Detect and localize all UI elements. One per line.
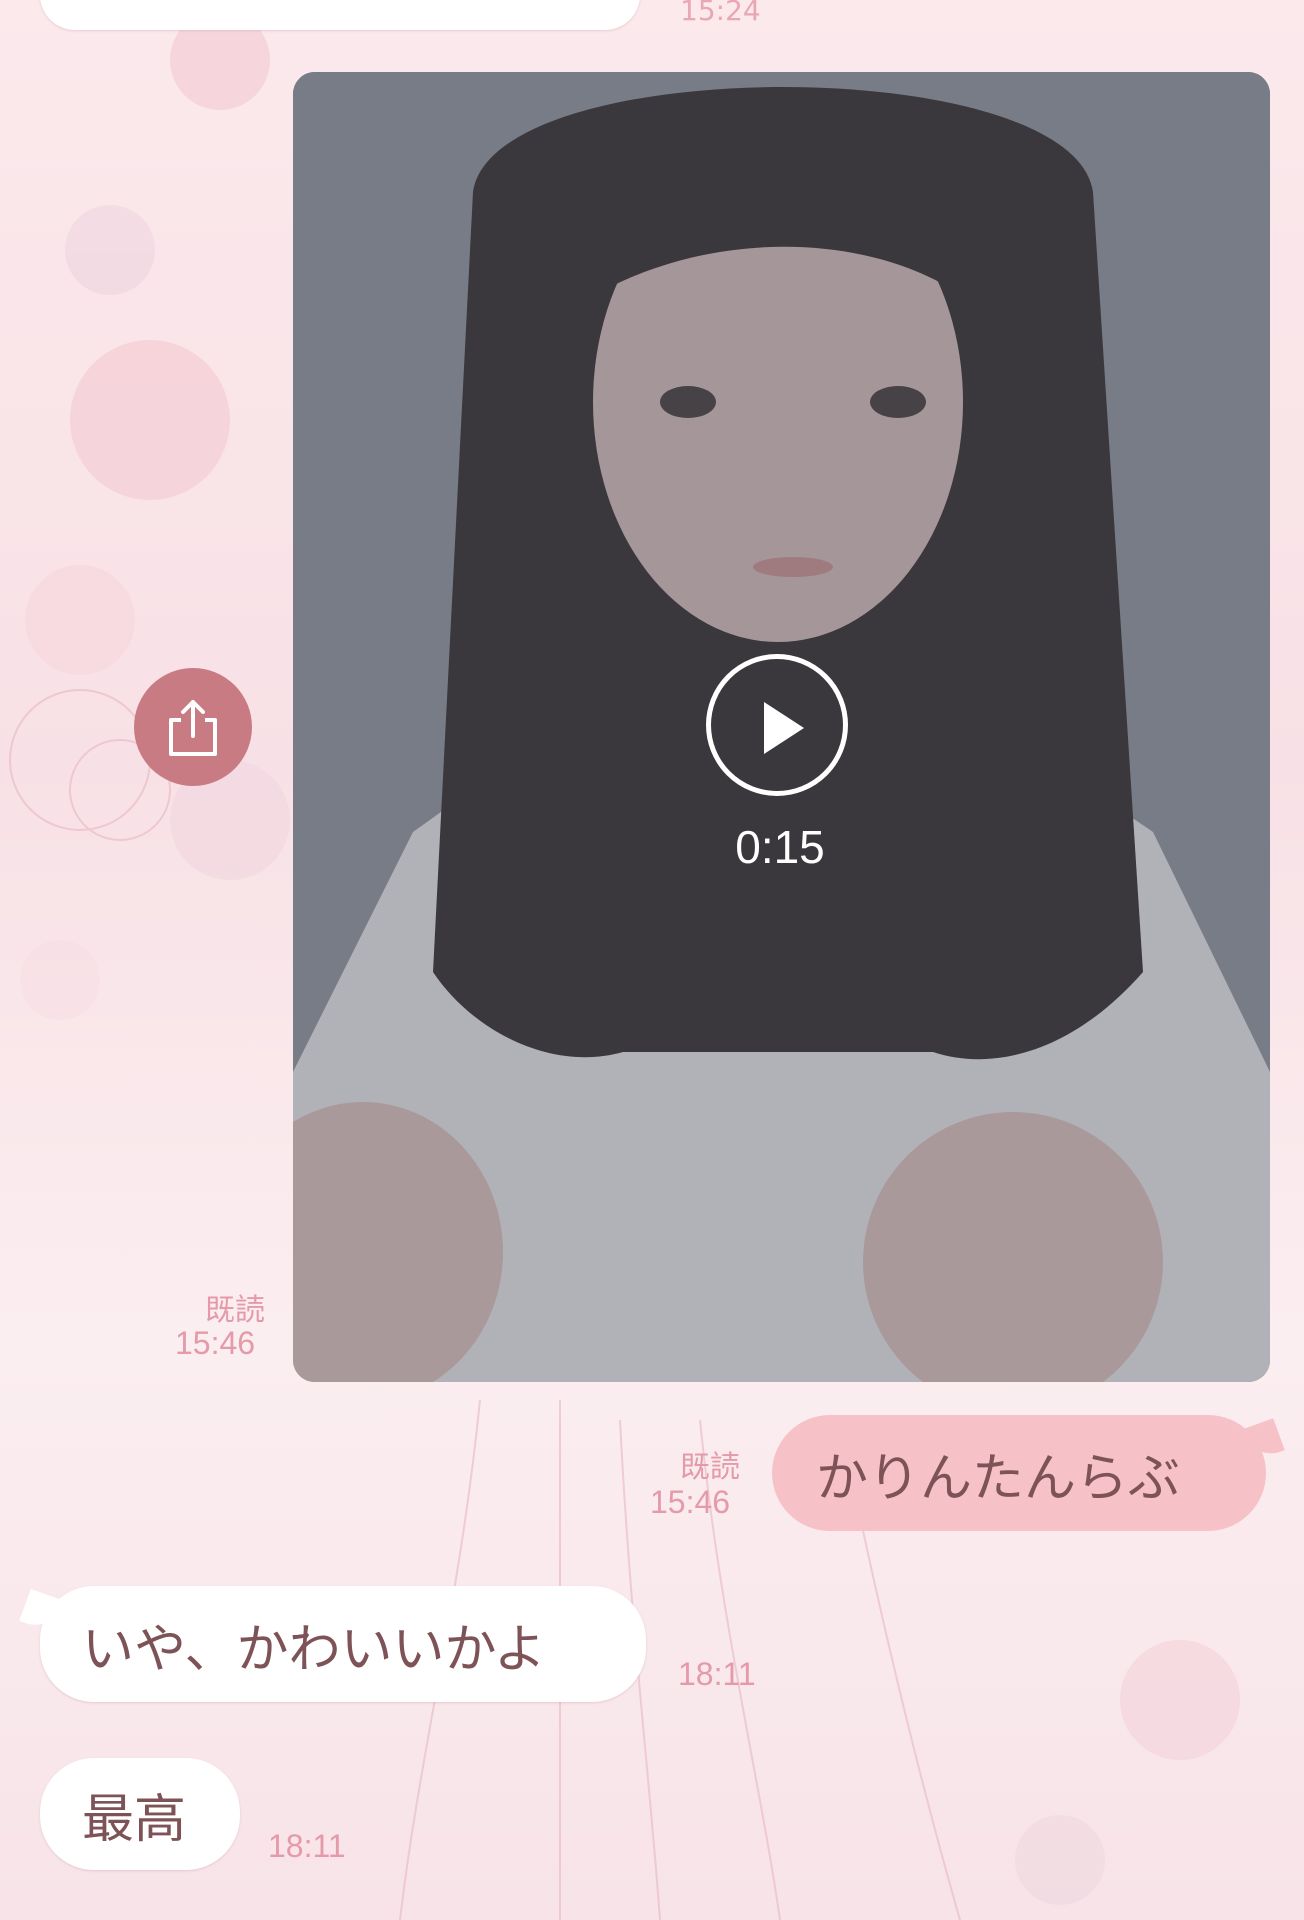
message-time: 18:11 bbox=[678, 1656, 756, 1692]
message-time: 18:11 bbox=[268, 1828, 346, 1864]
incoming-message-bubble[interactable]: 最高 bbox=[40, 1758, 240, 1870]
incoming-message-bubble[interactable]: いや、かわいいかよ bbox=[40, 1586, 646, 1702]
message-time: 15:46 bbox=[650, 1484, 731, 1520]
chat-thread: 15:24 0:15 既読 15:46 既読 15:46 かりんたんらぶ いや、… bbox=[0, 0, 1304, 1920]
message-time: 15:24 bbox=[680, 0, 761, 27]
read-receipt: 既読 bbox=[680, 1450, 740, 1485]
incoming-message-bubble-partial[interactable] bbox=[40, 0, 640, 30]
read-receipt: 既読 bbox=[205, 1293, 265, 1328]
message-text: いや、かわいいかよ bbox=[82, 1619, 546, 1680]
outgoing-message-bubble[interactable]: かりんたんらぶ bbox=[772, 1415, 1266, 1531]
message-text: かりんたんらぶ bbox=[816, 1448, 1181, 1509]
play-icon bbox=[764, 702, 804, 754]
share-button[interactable] bbox=[134, 668, 252, 786]
share-icon bbox=[169, 700, 217, 756]
message-text: 最高 bbox=[82, 1789, 187, 1850]
message-time: 15:46 bbox=[175, 1325, 256, 1361]
video-duration: 0:15 bbox=[735, 821, 825, 873]
